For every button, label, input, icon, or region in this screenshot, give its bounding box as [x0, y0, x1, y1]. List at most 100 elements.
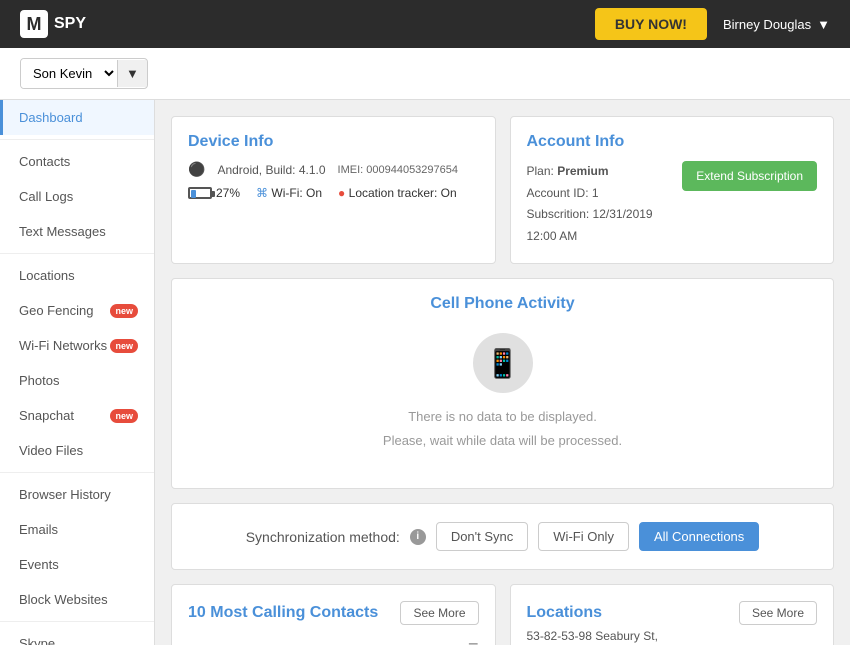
- buy-now-button[interactable]: BUY NOW!: [595, 8, 707, 40]
- sidebar-item-label: Video Files: [19, 443, 83, 458]
- account-info-row: Plan: Premium Account ID: 1 Subscrition:…: [527, 161, 818, 247]
- sidebar-item-label: Photos: [19, 373, 59, 388]
- locations-see-more-button[interactable]: See More: [739, 601, 817, 625]
- wifi-status: ⌘ Wi-Fi: On: [256, 186, 322, 200]
- sidebar-divider: [0, 621, 154, 622]
- sidebar-item-events[interactable]: Events: [0, 547, 154, 582]
- all-connections-button[interactable]: All Connections: [639, 522, 759, 551]
- sidebar-item-label: Block Websites: [19, 592, 108, 607]
- account-id-value: 1: [592, 186, 599, 200]
- new-badge: new: [110, 339, 138, 353]
- sidebar-item-wifi-networks[interactable]: Wi-Fi Networks new: [0, 328, 154, 363]
- sidebar-item-skype[interactable]: Skype: [0, 626, 154, 645]
- new-badge: new: [110, 304, 138, 318]
- device-info-card: Device Info ⚫ Android, Build: 4.1.0 IMEI…: [171, 116, 496, 264]
- sidebar-item-locations[interactable]: Locations: [0, 258, 154, 293]
- sidebar-item-label: Call Logs: [19, 189, 73, 204]
- sidebar-item-snapchat[interactable]: Snapchat new: [0, 398, 154, 433]
- calling-see-more-button[interactable]: See More: [400, 601, 478, 625]
- main-content: Device Info ⚫ Android, Build: 4.1.0 IMEI…: [155, 100, 850, 645]
- calling-title: 10 Most Calling Contacts: [188, 604, 378, 622]
- user-dropdown[interactable]: Birney Douglas ▼: [723, 17, 830, 32]
- sub-header: Son Kevin ▼: [0, 48, 850, 100]
- no-data-text: There is no data to be displayed. Please…: [188, 405, 817, 452]
- location-address: 53-82-53-98 Seabury St, Elmhurst, NY 113…: [527, 629, 818, 645]
- device-info-title: Device Info: [188, 133, 479, 151]
- sidebar-item-block-websites[interactable]: Block Websites: [0, 582, 154, 617]
- user-name: Birney Douglas: [723, 17, 811, 32]
- sidebar-item-photos[interactable]: Photos: [0, 363, 154, 398]
- account-info-card: Account Info Plan: Premium Account ID: 1…: [510, 116, 835, 264]
- battery-indicator: 27%: [188, 186, 240, 200]
- locations-title: Locations: [527, 604, 603, 622]
- location-status: ● Location tracker: On: [338, 186, 457, 200]
- location-label: Location tracker: On: [349, 186, 457, 200]
- plan-label: Plan:: [527, 164, 554, 178]
- sidebar-item-label: Events: [19, 557, 59, 572]
- cell-activity-card: Cell Phone Activity 📱 There is no data t…: [171, 278, 834, 489]
- sidebar-item-contacts[interactable]: Contacts: [0, 144, 154, 179]
- chevron-down-icon: ▼: [126, 66, 139, 81]
- logo-text: SPY: [54, 15, 86, 33]
- device-select-dropdown-btn[interactable]: ▼: [117, 60, 147, 87]
- imei-label: IMEI: 000944053297654: [338, 164, 459, 176]
- android-label: Android, Build: 4.1.0: [217, 163, 325, 177]
- sidebar-item-label: Browser History: [19, 487, 111, 502]
- no-data-line2: Please, wait while data will be processe…: [188, 429, 817, 452]
- device-status-row: 27% ⌘ Wi-Fi: On ● Location tracker: On: [188, 186, 479, 200]
- sidebar-item-call-logs[interactable]: Call Logs: [0, 179, 154, 214]
- header-right: BUY NOW! Birney Douglas ▼: [595, 8, 830, 40]
- android-icon: ⚫: [188, 161, 205, 178]
- sidebar-item-label: Skype: [19, 636, 55, 645]
- sidebar-item-dashboard[interactable]: Dashboard: [0, 100, 154, 135]
- wifi-only-button[interactable]: Wi-Fi Only: [538, 522, 629, 551]
- sidebar-divider: [0, 139, 154, 140]
- sidebar-item-label: Locations: [19, 268, 75, 283]
- sidebar-item-text-messages[interactable]: Text Messages: [0, 214, 154, 249]
- subscription-label: Subscrition:: [527, 207, 590, 221]
- sidebar-item-label: Snapchat: [19, 408, 74, 423]
- wifi-label: Wi-Fi: On: [271, 186, 322, 200]
- sidebar-item-browser-history[interactable]: Browser History: [0, 477, 154, 512]
- sidebar-divider: [0, 253, 154, 254]
- device-selector[interactable]: Son Kevin ▼: [20, 58, 148, 89]
- extend-subscription-button[interactable]: Extend Subscription: [682, 161, 817, 191]
- sidebar-item-label: Contacts: [19, 154, 70, 169]
- info-icon[interactable]: i: [410, 529, 426, 545]
- subscription-row: Subscrition: 12/31/2019 12:00 AM: [527, 204, 683, 247]
- device-info-row: ⚫ Android, Build: 4.1.0 IMEI: 0009440532…: [188, 161, 479, 178]
- account-id-label: Account ID:: [527, 186, 589, 200]
- no-data-line1: There is no data to be displayed.: [188, 405, 817, 428]
- account-id-row: Account ID: 1: [527, 183, 683, 205]
- account-details: Plan: Premium Account ID: 1 Subscrition:…: [527, 161, 683, 247]
- sidebar-item-label: Geo Fencing: [19, 303, 93, 318]
- sidebar-item-geo-fencing[interactable]: Geo Fencing new: [0, 293, 154, 328]
- dont-sync-button[interactable]: Don't Sync: [436, 522, 528, 551]
- sidebar-item-video-files[interactable]: Video Files: [0, 433, 154, 468]
- phone-icon: 📱: [473, 333, 533, 393]
- locations-header-row: Locations See More: [527, 601, 818, 625]
- sidebar-item-label: Text Messages: [19, 224, 106, 239]
- location-pin-icon: ●: [338, 186, 345, 200]
- top-row: Device Info ⚫ Android, Build: 4.1.0 IMEI…: [171, 116, 834, 264]
- chevron-down-icon: ▼: [817, 17, 830, 32]
- calling-header-row: 10 Most Calling Contacts See More: [188, 601, 479, 625]
- plan-value: Premium: [557, 164, 608, 178]
- battery-fill: [191, 190, 196, 198]
- account-info-title: Account Info: [527, 133, 818, 151]
- plan-row: Plan: Premium: [527, 161, 683, 183]
- app-header: M SPY BUY NOW! Birney Douglas ▼: [0, 0, 850, 48]
- address-line1: 53-82-53-98 Seabury St,: [527, 629, 818, 643]
- cell-activity-title: Cell Phone Activity: [188, 295, 817, 313]
- sidebar-item-label: Wi-Fi Networks: [19, 338, 107, 353]
- battery-icon: [188, 187, 212, 199]
- device-select-input[interactable]: Son Kevin: [21, 59, 117, 88]
- calling-contacts-card: 10 Most Calling Contacts See More ≡ 1770…: [171, 584, 496, 645]
- main-layout: Dashboard Contacts Call Logs Text Messag…: [0, 100, 850, 645]
- sidebar-item-emails[interactable]: Emails: [0, 512, 154, 547]
- new-badge: new: [110, 409, 138, 423]
- sync-label: Synchronization method:: [246, 529, 400, 545]
- logo-icon: M: [20, 10, 48, 38]
- chart-menu-icon[interactable]: ≡: [188, 637, 479, 645]
- wifi-icon: ⌘: [256, 186, 268, 200]
